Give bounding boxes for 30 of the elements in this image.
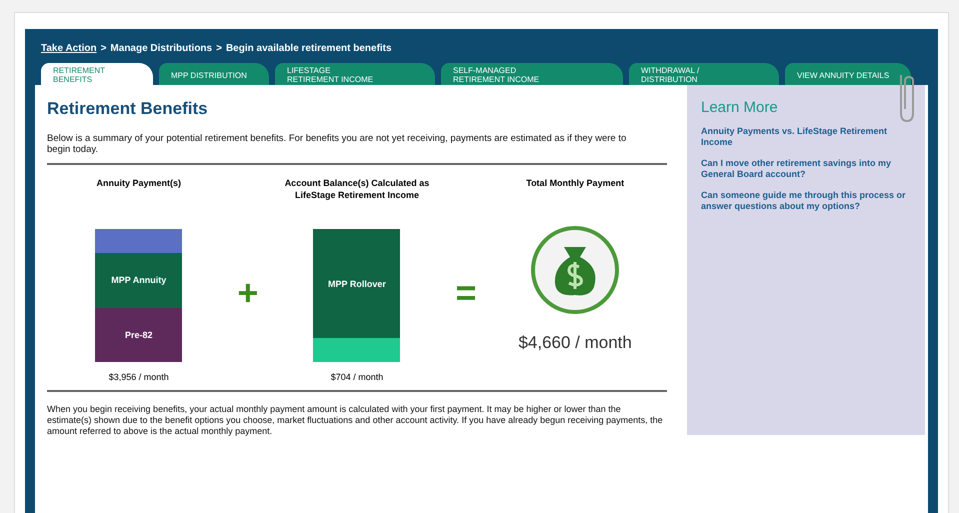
- column-title: Annuity Payment(s): [96, 177, 182, 190]
- monthly-amount: $704 / month: [330, 372, 384, 382]
- bar-segment: MPP Annuity: [95, 253, 182, 308]
- total-amount: $4,660 / month: [518, 333, 632, 353]
- help-link[interactable]: Can I move other retirement savings into my General Board account?: [701, 158, 911, 180]
- breadcrumb-text: Manage Distributions: [110, 43, 212, 54]
- operator-sign: +: [237, 272, 258, 314]
- learn-more-title: Learn More: [701, 99, 779, 116]
- money-bag-icon: [530, 225, 620, 315]
- help-link[interactable]: Can someone guide me through this process or answer questions about my options?: [701, 190, 911, 212]
- bar-segment: Pre-82: [95, 308, 182, 362]
- page-heading: Retirement Benefits: [47, 99, 209, 119]
- tab[interactable]: WITHDRAWAL / DISTRIBUTION: [629, 63, 779, 85]
- breadcrumb-link[interactable]: Take Action: [41, 43, 97, 54]
- breadcrumb-text: >: [100, 43, 106, 54]
- operator-sign: =: [456, 272, 477, 314]
- disclaimer-text: When you begin receiving benefits, your actual monthly payment amount is calculated with your first payment. It may be higher or lower than the estimate(s) shown due to the benefit options you choose, market fluctuations and other account activity. If you have already begun receiving payments, the amount referred to above is the actual monthly payment.: [47, 404, 664, 437]
- column-title: Account Balance(s) Calculated as LifeStage Retirement Income: [284, 177, 430, 202]
- help-link[interactable]: Annuity Payments vs. LifeStage Retirement Income: [701, 126, 911, 148]
- breadcrumb-text: >: [216, 43, 222, 54]
- tab[interactable]: LIFESTAGE RETIREMENT INCOME: [275, 63, 435, 85]
- monthly-amount: $3,956 / month: [108, 372, 169, 382]
- column-title: Total Monthly Payment: [525, 177, 626, 190]
- bar-segment: MPP Rollover: [313, 229, 400, 338]
- tab[interactable]: RETIREMENT BENEFITS: [41, 63, 153, 85]
- tab[interactable]: SELF-MANAGED RETIREMENT INCOME: [441, 63, 623, 85]
- tab[interactable]: MPP DISTRIBUTION: [159, 63, 269, 85]
- tab[interactable]: VIEW ANNUITY DETAILS: [785, 63, 911, 85]
- intro-text: Below is a summary of your potential retirement benefits. For benefits you are not yet receiving, payments are estimated as if they were to begin today.: [47, 133, 628, 155]
- breadcrumb-text: Begin available retirement benefits: [226, 43, 392, 54]
